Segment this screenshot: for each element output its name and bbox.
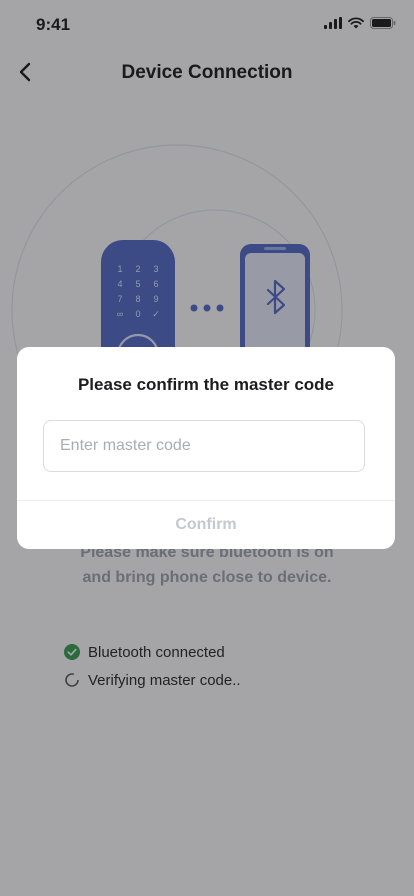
master-code-dialog: Please confirm the master code Confirm: [17, 347, 395, 549]
confirm-button[interactable]: Confirm: [17, 501, 395, 549]
master-code-input[interactable]: [43, 420, 365, 472]
dialog-title: Please confirm the master code: [77, 375, 335, 394]
